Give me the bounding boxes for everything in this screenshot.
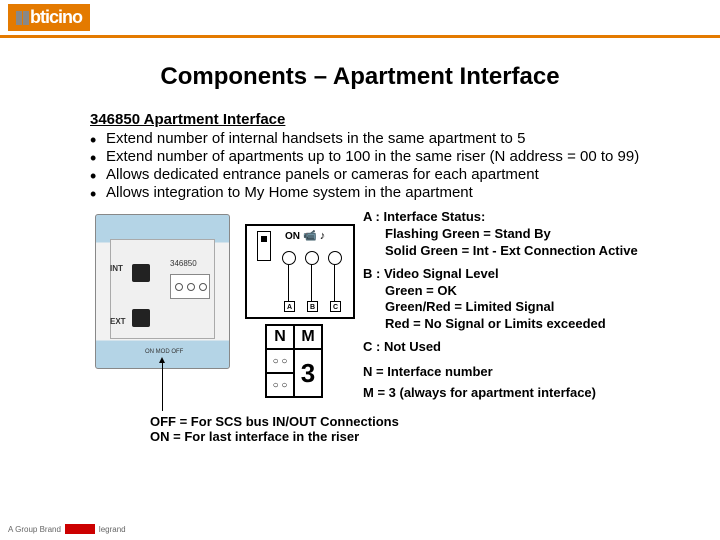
nm-table: N M ○ ○ 3 ○ ○ [265,324,330,398]
legend-a-line1: Flashing Green = Stand By [363,226,670,243]
footer: A Group Brand legrand [8,524,126,534]
legrand-logo-icon [65,524,95,534]
subtitle: 346850 Apartment Interface [90,111,670,128]
nm-n: N [266,325,294,349]
nm-three: 3 [294,349,322,397]
legend-b-label: B : Video Signal Level [363,266,670,283]
schematic-on-label: ON [285,231,300,242]
led-icon [187,283,195,291]
device-model-label: 346850 [170,259,197,268]
legend-area: A : Interface Status: Flashing Green = S… [355,209,670,402]
bullet-item: Extend number of apartments up to 100 in… [90,148,670,165]
off-on-legend: OFF = For SCS bus IN/OUT Connections ON … [150,414,670,444]
arrow-head-icon [159,357,165,363]
legend-n: N = Interface number [363,364,670,381]
led-c-icon [328,251,342,265]
led-icon [199,283,207,291]
page-title: Components – Apartment Interface [0,63,720,91]
legend-a-line2: Solid Green = Int - Ext Connection Activ… [363,243,670,260]
led-icon [175,283,183,291]
nm-blank: ○ ○ [266,349,294,373]
legend-b-line1: Green = OK [363,283,670,300]
legend-b: B : Video Signal Level Green = OK Green/… [363,266,670,334]
connector-line [334,265,335,301]
bullet-item: Extend number of internal handsets in th… [90,130,670,147]
port-icon [132,264,150,282]
label-a: A [284,301,295,312]
on-line: ON = For last interface in the riser [150,429,670,444]
device-photo: INT 346850 EXT ON MOD OFF [90,209,235,374]
connector-line [311,265,312,301]
legend-c: C : Not Used [363,339,670,356]
port-icon [132,309,150,327]
led-a-icon [282,251,296,265]
bullet-list: Extend number of internal handsets in th… [90,130,670,201]
nm-m: M [294,325,322,349]
bullet-item: Allows integration to My Home system in … [90,184,670,201]
brand-text: bticino [30,7,82,28]
legend-a: A : Interface Status: Flashing Green = S… [363,209,670,260]
diagram-area: INT 346850 EXT ON MOD OFF ON 📹 ♪ [90,209,670,402]
content-area: 346850 Apartment Interface Extend number… [0,111,720,444]
device-ext-label: EXT [110,317,126,326]
device-int-label: INT [110,264,123,273]
legend-a-label: A : Interface Status: [363,209,670,226]
legend-m: M = 3 (always for apartment interface) [363,385,670,402]
nm-blank: ○ ○ [266,373,294,397]
footer-group: A Group Brand [8,525,61,534]
schematic-diagram: ON 📹 ♪ A B C N M [245,209,355,374]
device-switch-label: ON MOD OFF [145,349,183,355]
footer-brand: legrand [99,525,126,534]
arrow-line [162,361,163,411]
label-b: B [307,301,318,312]
header-bar: bticino [0,0,720,38]
brand-logo: bticino [8,4,90,31]
schematic-icons: 📹 ♪ [303,229,325,242]
legend-b-line3: Red = No Signal or Limits exceeded [363,316,670,333]
legend-b-line2: Green/Red = Limited Signal [363,299,670,316]
schematic-box: ON 📹 ♪ A B C [245,224,355,319]
connector-line [288,265,289,301]
bullet-item: Allows dedicated entrance panels or came… [90,166,670,183]
label-c: C [330,301,341,312]
led-b-icon [305,251,319,265]
off-line: OFF = For SCS bus IN/OUT Connections [150,414,670,429]
switch-icon [257,231,271,261]
